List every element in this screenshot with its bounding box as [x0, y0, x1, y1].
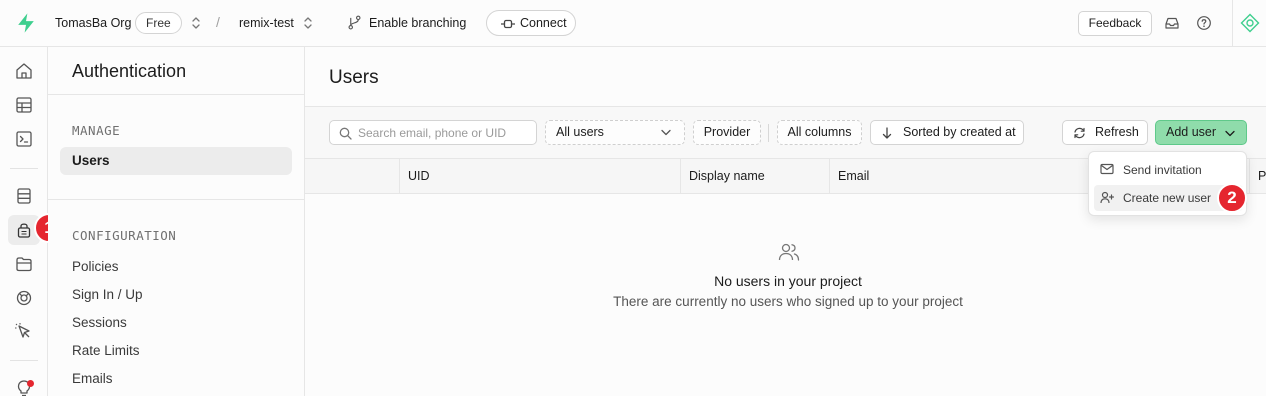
sidebar-item-sessions[interactable]: Sessions	[72, 315, 127, 330]
project-name[interactable]: remix-test	[239, 16, 294, 30]
chevron-down-icon	[1225, 130, 1235, 137]
supabase-logo-icon[interactable]	[15, 12, 37, 34]
arrow-down-icon	[882, 127, 892, 139]
home-icon[interactable]	[14, 61, 34, 81]
topbar-divider	[1232, 0, 1233, 47]
realtime-icon[interactable]	[14, 288, 34, 308]
chevron-down-icon	[661, 129, 671, 136]
search-input[interactable]	[358, 124, 530, 141]
user-filter-value: All users	[556, 125, 604, 139]
project-avatar-icon[interactable]	[1240, 13, 1260, 33]
table-editor-icon[interactable]	[14, 95, 34, 115]
refresh-icon	[1074, 127, 1085, 139]
inbox-icon[interactable]	[1164, 15, 1180, 31]
sort-label: Sorted by created at	[903, 125, 1016, 139]
cursor-pointer-icon[interactable]	[14, 322, 34, 342]
sidebar-divider	[48, 94, 304, 95]
connect-label: Connect	[520, 16, 567, 30]
sidebar-item-policies[interactable]: Policies	[72, 259, 119, 274]
manage-heading: MANAGE	[72, 123, 121, 138]
add-user-label: Add user	[1166, 125, 1217, 139]
notification-dot	[27, 380, 34, 387]
storage-icon[interactable]	[14, 254, 34, 274]
add-user-button[interactable]: Add user	[1155, 120, 1247, 145]
rail-divider	[10, 360, 38, 361]
sidebar-item-sign-in-up[interactable]: Sign In / Up	[72, 287, 143, 302]
menu-item-label: Send invitation	[1123, 163, 1202, 177]
mail-icon	[1100, 163, 1114, 175]
git-branch-icon	[348, 15, 361, 30]
step-2-annotation-badge: 2	[1217, 183, 1247, 213]
plan-badge: Free	[135, 12, 182, 34]
auth-sidebar: Authentication MANAGE Users CONFIGURATIO…	[48, 47, 305, 396]
configuration-heading: CONFIGURATION	[72, 228, 177, 243]
sidebar-item-emails[interactable]: Emails	[72, 371, 113, 386]
top-bar: TomasBa Org Free / remix-test Enable bra…	[0, 0, 1266, 47]
help-icon[interactable]	[1196, 15, 1212, 31]
sidebar-item-rate-limits[interactable]: Rate Limits	[72, 343, 140, 358]
connect-button[interactable]: Connect	[486, 10, 576, 36]
users-icon	[778, 243, 800, 261]
menu-item-label: Create new user	[1123, 191, 1212, 205]
sql-editor-icon[interactable]	[14, 129, 34, 149]
user-filter-select[interactable]: All users	[545, 120, 685, 145]
refresh-button[interactable]: Refresh	[1062, 120, 1148, 145]
refresh-label: Refresh	[1095, 125, 1139, 139]
primary-nav-rail: 1	[0, 47, 64, 396]
feedback-button[interactable]: Feedback	[1078, 11, 1152, 36]
provider-filter-button[interactable]: Provider	[693, 120, 761, 145]
menu-item-send-invitation[interactable]: Send invitation	[1094, 157, 1243, 183]
org-name[interactable]: TomasBa Org	[55, 16, 131, 30]
column-header-display-name[interactable]: Display name	[680, 159, 829, 194]
enable-branching-button[interactable]: Enable branching	[369, 16, 466, 30]
search-icon	[339, 127, 352, 140]
rail-divider	[10, 168, 38, 169]
sidebar-divider	[48, 199, 304, 200]
sidebar-item-users[interactable]: Users	[60, 147, 292, 175]
org-switcher-chevron-icon[interactable]	[191, 15, 201, 31]
project-switcher-chevron-icon[interactable]	[303, 15, 313, 31]
page-title: Users	[329, 67, 379, 88]
plug-icon	[501, 19, 515, 29]
empty-state-title: No users in your project	[714, 273, 862, 289]
column-header-phone[interactable]: P	[1249, 159, 1266, 194]
sidebar-item-label: Users	[72, 153, 110, 168]
sidebar-title: Authentication	[72, 61, 187, 81]
empty-state-subtitle: There are currently no users who signed …	[613, 294, 963, 309]
users-main-panel: Users All users Provider All columns Sor…	[305, 47, 1266, 396]
breadcrumb-separator: /	[216, 14, 220, 30]
toolbar-separator	[768, 124, 769, 142]
auth-icon[interactable]	[14, 220, 34, 240]
user-plus-icon	[1100, 191, 1114, 204]
columns-button[interactable]: All columns	[777, 120, 862, 145]
database-icon[interactable]	[14, 186, 34, 206]
sort-button[interactable]: Sorted by created at	[870, 120, 1024, 145]
search-field[interactable]	[329, 120, 537, 145]
column-header-uid[interactable]: UID	[399, 159, 680, 194]
